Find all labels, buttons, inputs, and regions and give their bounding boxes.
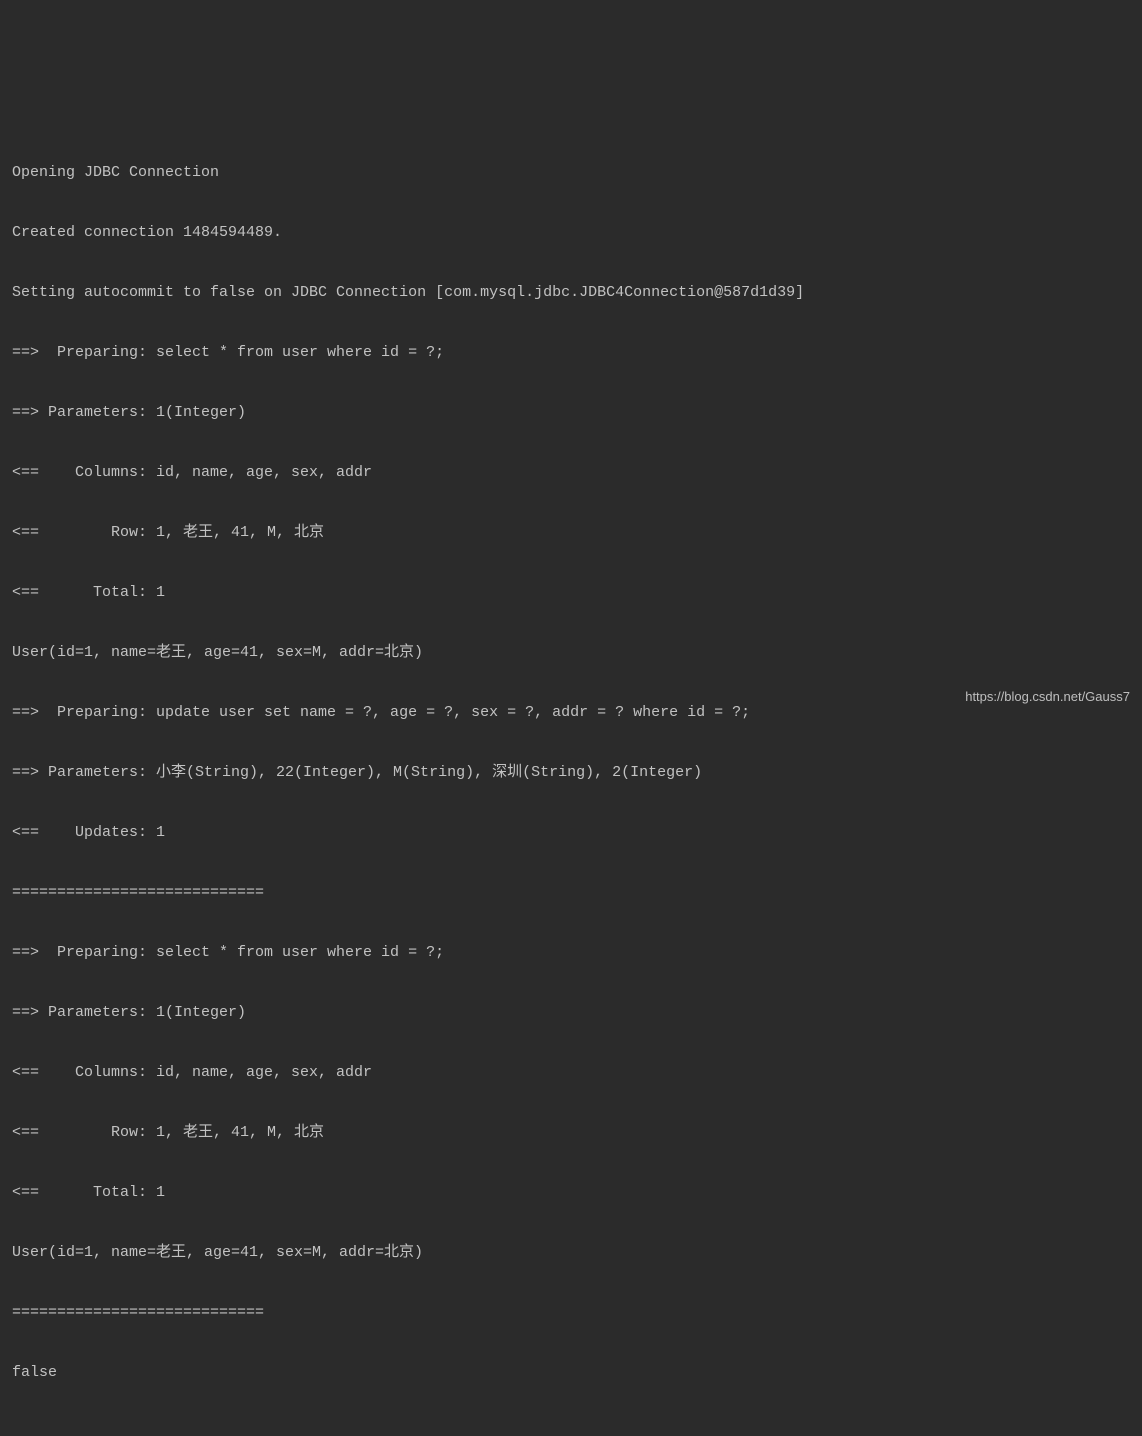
log-line: ============================	[12, 1298, 1130, 1328]
log-line: <== Columns: id, name, age, sex, addr	[12, 1058, 1130, 1088]
log-line: User(id=1, name=老王, age=41, sex=M, addr=…	[12, 1238, 1130, 1268]
log-line: <== Updates: 1	[12, 818, 1130, 848]
log-line: ==> Preparing: select * from user where …	[12, 338, 1130, 368]
log-line: Opening JDBC Connection	[12, 158, 1130, 188]
log-line: <== Row: 1, 老王, 41, M, 北京	[12, 518, 1130, 548]
log-line: Setting autocommit to false on JDBC Conn…	[12, 278, 1130, 308]
log-line: ==> Preparing: select * from user where …	[12, 938, 1130, 968]
log-line: <== Total: 1	[12, 578, 1130, 608]
log-line: ==> Parameters: 小李(String), 22(Integer),…	[12, 758, 1130, 788]
log-line: <== Total: 1	[12, 1178, 1130, 1208]
log-line: false	[12, 1358, 1130, 1388]
watermark-text: https://blog.csdn.net/Gauss7	[965, 684, 1130, 710]
log-line: <== Row: 1, 老王, 41, M, 北京	[12, 1118, 1130, 1148]
log-line: <== Columns: id, name, age, sex, addr	[12, 458, 1130, 488]
log-line: ==> Parameters: 1(Integer)	[12, 398, 1130, 428]
console-output: Opening JDBC Connection Created connecti…	[12, 128, 1130, 1418]
log-line: ==> Parameters: 1(Integer)	[12, 998, 1130, 1028]
log-line: User(id=1, name=老王, age=41, sex=M, addr=…	[12, 638, 1130, 668]
log-line: ==> Preparing: update user set name = ?,…	[12, 698, 1130, 728]
log-line: Created connection 1484594489.	[12, 218, 1130, 248]
log-line: ============================	[12, 878, 1130, 908]
